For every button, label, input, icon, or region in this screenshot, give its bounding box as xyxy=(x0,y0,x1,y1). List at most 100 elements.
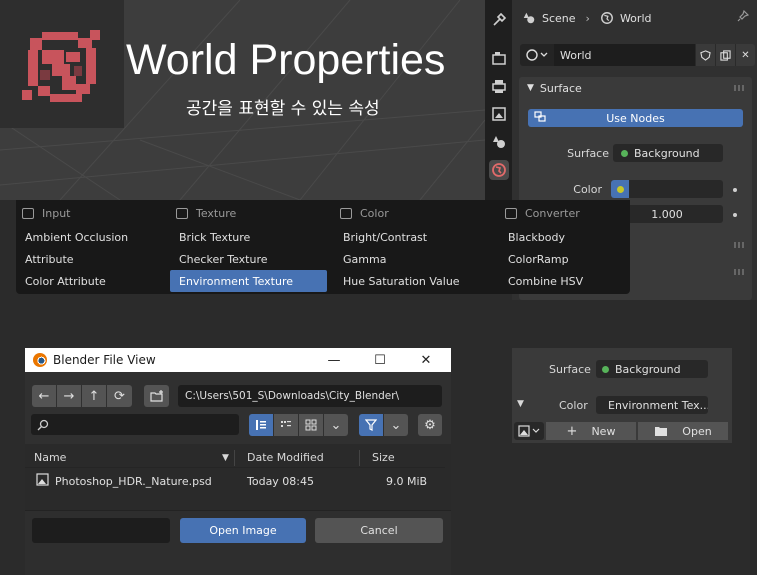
color-label: Color xyxy=(559,399,588,412)
image-datablock-row: + New Open xyxy=(514,422,728,440)
menu-item-highlighted[interactable]: Environment Texture xyxy=(170,270,327,292)
expand-triangle-icon[interactable]: ▼ xyxy=(517,399,524,409)
menu-item[interactable]: Attribute xyxy=(16,248,176,270)
column-header-size[interactable]: Size xyxy=(372,451,395,464)
panel-grip-icon[interactable] xyxy=(734,269,746,275)
category-icon xyxy=(505,207,517,219)
menu-column-input: Input Ambient Occlusion Attribute Color … xyxy=(16,200,176,292)
new-folder-icon[interactable] xyxy=(144,385,169,407)
file-size: 9.0 MiB xyxy=(386,474,428,488)
keyframe-dot-icon[interactable] xyxy=(733,213,737,217)
column-header-date[interactable]: Date Modified xyxy=(247,451,324,464)
color-field[interactable] xyxy=(611,180,723,198)
menu-item[interactable]: Hue Saturation Value xyxy=(334,270,494,292)
sort-triangle-icon: ▼ xyxy=(222,452,229,463)
menu-item[interactable]: Bright/Contrast xyxy=(334,226,494,248)
image-file-icon xyxy=(36,473,49,489)
close-icon[interactable]: ✕ xyxy=(735,44,755,66)
forward-arrow-icon[interactable]: → xyxy=(57,385,81,407)
surface-label: Surface xyxy=(549,363,591,376)
image-browse-button[interactable] xyxy=(514,422,544,440)
menu-heading: Input xyxy=(16,200,176,226)
table-row[interactable]: Photoshop_HDR._Nature.psd Today 08:45 9.… xyxy=(25,470,445,492)
column-header-name[interactable]: Name xyxy=(34,451,66,464)
view-layer-tab-icon[interactable] xyxy=(489,104,509,124)
menu-heading: Converter xyxy=(499,200,659,226)
category-icon xyxy=(176,207,188,219)
menu-item[interactable]: Blackbody xyxy=(499,226,659,248)
chevron-down-icon[interactable]: ⌄ xyxy=(324,414,348,436)
color-texture-field[interactable]: Environment Tex... xyxy=(596,396,708,414)
category-icon xyxy=(340,207,352,219)
duplicate-icon[interactable] xyxy=(715,44,735,66)
file-view-dialog: Blender File View — ☐ ✕ ← → ↑ ⟳ C:\Users… xyxy=(25,348,451,575)
surface-panel-header[interactable]: ▼ Surface xyxy=(519,77,752,99)
shader-socket-icon xyxy=(621,149,628,157)
file-date: Today 08:45 xyxy=(247,474,315,488)
surface-shader-field[interactable]: Background xyxy=(596,360,708,378)
menu-item[interactable]: Ambient Occlusion xyxy=(16,226,176,248)
color-label: Color xyxy=(573,183,602,196)
menu-item[interactable]: Color Attribute xyxy=(16,270,176,292)
menu-column-texture: Texture Brick Texture Checker Texture En… xyxy=(170,200,330,292)
keyframe-dot-icon[interactable] xyxy=(733,188,737,192)
menu-item[interactable]: Combine HSV xyxy=(499,270,659,292)
color-socket-button[interactable] xyxy=(611,180,629,198)
render-tab-icon[interactable] xyxy=(489,48,509,68)
scene-tab-icon[interactable] xyxy=(489,132,509,152)
world-icon xyxy=(526,49,548,61)
chevron-down-icon: ▼ xyxy=(527,83,534,93)
output-tab-icon[interactable] xyxy=(489,76,509,96)
3d-viewport[interactable]: World Properties 공간을 표현할 수 있는 속성 xyxy=(0,0,485,200)
menu-column-converter: Converter Blackbody ColorRamp Combine HS… xyxy=(499,200,659,292)
fake-user-shield-icon[interactable] xyxy=(695,44,715,66)
world-tab-icon[interactable] xyxy=(489,160,509,180)
use-nodes-button[interactable]: Use Nodes xyxy=(528,109,743,127)
menu-heading: Color xyxy=(334,200,494,226)
parent-directory-icon[interactable]: ↑ xyxy=(82,385,106,407)
maximize-icon[interactable]: ☐ xyxy=(357,348,403,372)
vertical-list-icon[interactable] xyxy=(249,414,273,436)
menu-item[interactable]: ColorRamp xyxy=(499,248,659,270)
file-list-header: Name ▼ Date Modified Size xyxy=(25,448,445,468)
world-name-field[interactable]: World xyxy=(554,44,695,66)
horizontal-list-icon[interactable] xyxy=(274,414,298,436)
menu-item[interactable]: Checker Texture xyxy=(170,248,330,270)
new-image-button[interactable]: + New xyxy=(546,422,636,440)
chevron-down-icon[interactable]: ⌄ xyxy=(384,414,408,436)
dialog-titlebar[interactable]: Blender File View — ☐ ✕ xyxy=(25,348,451,372)
thumbnails-icon[interactable] xyxy=(299,414,323,436)
panel-grip-icon[interactable] xyxy=(734,85,746,91)
surface-shader-field[interactable]: Background xyxy=(613,144,723,162)
breadcrumb-scene: Scene xyxy=(522,11,576,25)
filename-input[interactable] xyxy=(32,518,170,543)
blender-logo-icon xyxy=(33,353,47,367)
menu-item[interactable]: Gamma xyxy=(334,248,494,270)
world-icon xyxy=(601,12,613,24)
gear-icon[interactable]: ⚙ xyxy=(418,414,442,436)
breadcrumb: Scene › World xyxy=(512,0,757,36)
open-image-button[interactable]: Open Image xyxy=(180,518,306,543)
page-subtitle: 공간을 표현할 수 있는 속성 xyxy=(186,99,380,119)
file-view-footer: Open Image Cancel xyxy=(25,510,451,575)
world-browse-button[interactable] xyxy=(520,44,554,66)
cancel-button[interactable]: Cancel xyxy=(315,518,443,543)
back-arrow-icon[interactable]: ← xyxy=(32,385,56,407)
properties-tab-strip xyxy=(485,0,512,200)
pin-icon[interactable] xyxy=(737,9,750,25)
surface-label: Surface xyxy=(567,147,609,160)
menu-item[interactable]: Brick Texture xyxy=(170,226,330,248)
menu-heading: Texture xyxy=(170,200,330,226)
refresh-icon[interactable]: ⟳ xyxy=(107,385,132,407)
panel-grip-icon[interactable] xyxy=(734,242,746,248)
menu-column-color: Color Bright/Contrast Gamma Hue Saturati… xyxy=(334,200,494,292)
tool-tab-icon[interactable] xyxy=(489,10,509,30)
open-image-button[interactable]: Open xyxy=(638,422,728,440)
filter-icon[interactable] xyxy=(359,414,383,436)
search-input[interactable] xyxy=(31,414,239,435)
color-socket-icon xyxy=(616,185,624,193)
plus-icon: + xyxy=(566,423,578,439)
close-icon[interactable]: ✕ xyxy=(403,348,449,372)
minimize-icon[interactable]: — xyxy=(311,348,357,372)
directory-path-field[interactable]: C:\Users\501_S\Downloads\City_Blender\ xyxy=(178,385,442,407)
